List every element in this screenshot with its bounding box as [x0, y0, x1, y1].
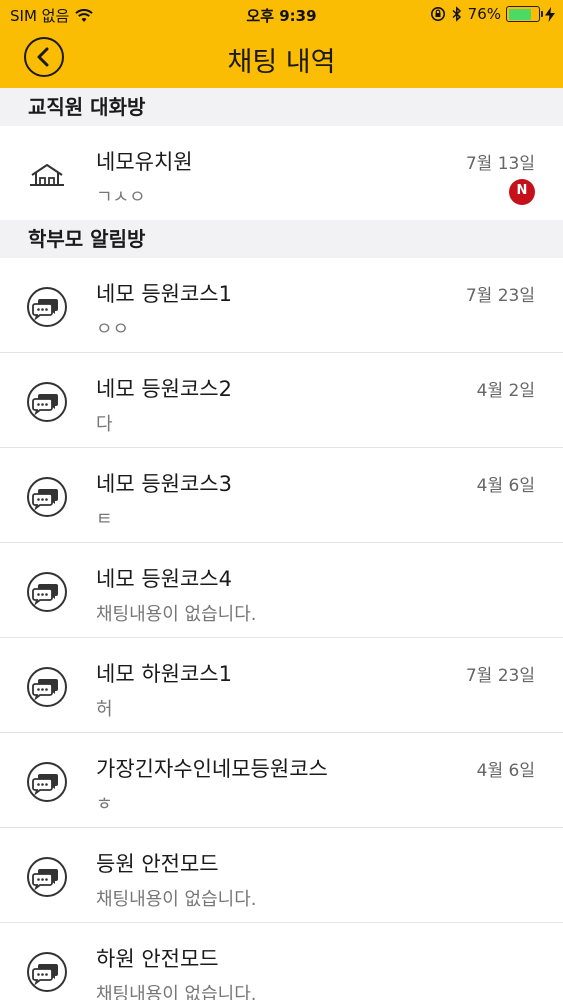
chat-bubbles-icon	[27, 857, 67, 897]
battery-percent: 76%	[467, 5, 501, 23]
room-name: 네모 등원코스3	[96, 472, 232, 496]
status-right: 76%	[430, 5, 555, 23]
charging-icon	[545, 6, 555, 22]
room-last-message: ㄱㅅㅇ	[96, 187, 146, 208]
room-name: 네모 등원코스2	[96, 377, 232, 401]
room-date: 7월 23일	[465, 286, 535, 306]
room-name: 네모 등원코스1	[96, 282, 232, 306]
room-name: 가장긴자수인네모등원코스	[96, 757, 328, 781]
chat-room-row[interactable]: 네모 등원코스2 다 4월 2일	[0, 353, 563, 448]
room-date: 4월 6일	[476, 761, 535, 781]
chat-room-row[interactable]: 네모 하원코스1 허 7월 23일	[0, 638, 563, 733]
room-last-message: 채팅내용이 없습니다.	[96, 604, 257, 625]
room-name: 네모 하원코스1	[96, 662, 232, 686]
battery-icon	[506, 6, 543, 22]
room-last-message: ㅎ	[96, 794, 113, 815]
battery-fill	[508, 8, 531, 20]
room-last-message: ㅌ	[96, 509, 113, 530]
chat-bubbles-icon	[27, 952, 67, 992]
chat-room-row[interactable]: 가장긴자수인네모등원코스 ㅎ 4월 6일	[0, 733, 563, 828]
room-name: 네모유치원	[96, 150, 193, 174]
bluetooth-icon	[452, 6, 461, 22]
room-last-message: 허	[96, 699, 113, 720]
room-name: 네모 등원코스4	[96, 567, 232, 591]
kindergarten-house-icon	[30, 164, 64, 186]
chat-room-row[interactable]: 네모유치원 ㄱㅅㅇ 7월 13일 N	[0, 126, 563, 221]
chat-bubbles-icon	[27, 667, 67, 707]
badge-label: N	[516, 183, 528, 198]
chat-room-row[interactable]: 하원 안전모드채팅내용이 없습니다.	[0, 923, 563, 1000]
room-last-message: 채팅내용이 없습니다.	[96, 984, 257, 1000]
chat-bubbles-icon	[27, 762, 67, 802]
chat-bubbles-icon	[27, 382, 67, 422]
chat-bubbles-icon	[27, 287, 67, 327]
room-last-message: 다	[96, 414, 113, 435]
room-date: 7월 13일	[465, 154, 535, 174]
room-name: 등원 안전모드	[96, 852, 219, 876]
app-header: SIM 없음 오후 9:39 76% 채팅 내역	[0, 0, 563, 88]
chat-room-row[interactable]: 등원 안전모드채팅내용이 없습니다.	[0, 828, 563, 923]
room-last-message: 채팅내용이 없습니다.	[96, 889, 257, 910]
new-badge: N	[509, 179, 535, 205]
chat-bubbles-icon	[27, 572, 67, 612]
chat-room-row[interactable]: 네모 등원코스4 채팅내용이 없습니다.	[0, 543, 563, 638]
rotation-lock-icon	[430, 7, 445, 21]
page-title: 채팅 내역	[227, 47, 336, 78]
room-name: 하원 안전모드	[96, 947, 219, 971]
room-date: 4월 6일	[476, 476, 535, 496]
chat-room-row[interactable]: 네모 등원코스1 ㅇㅇ 7월 23일	[0, 258, 563, 353]
status-bar: SIM 없음 오후 9:39 76%	[0, 0, 563, 30]
room-last-message: ㅇㅇ	[96, 319, 130, 340]
room-date: 7월 23일	[465, 666, 535, 686]
chat-room-row[interactable]: 네모 등원코스3 ㅌ 4월 6일	[0, 448, 563, 543]
section-header-parents: 학부모 알림방	[0, 220, 563, 258]
room-date: 4월 2일	[476, 381, 535, 401]
chat-bubbles-icon	[27, 477, 67, 517]
section-header-staff: 교직원 대화방	[0, 88, 563, 126]
